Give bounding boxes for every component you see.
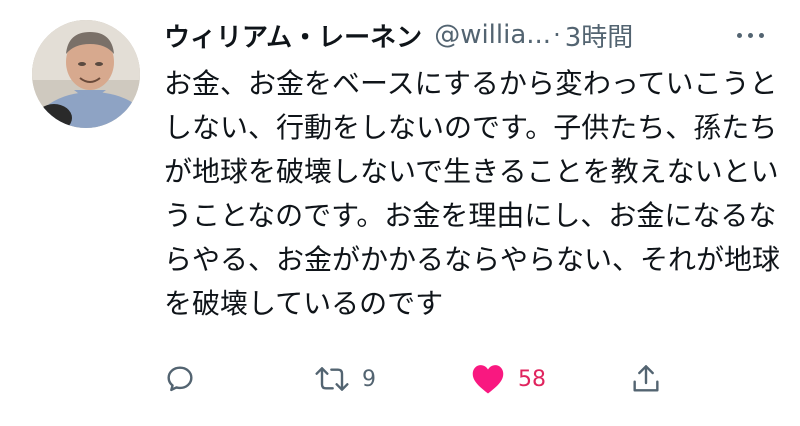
share-icon <box>633 365 659 392</box>
timestamp[interactable]: 3時間 <box>565 17 634 54</box>
display-name[interactable]: ウィリアム・レーネン <box>164 17 422 54</box>
heart-icon <box>472 365 504 394</box>
retweet-button[interactable]: 9 <box>314 352 376 406</box>
avatar-photo <box>32 20 140 128</box>
avatar[interactable] <box>32 20 140 128</box>
share-button[interactable] <box>630 352 662 406</box>
reply-button[interactable] <box>164 352 196 406</box>
retweet-count: 9 <box>362 366 376 392</box>
more-options-icon[interactable] <box>731 27 770 44</box>
like-button[interactable]: 58 <box>470 352 546 406</box>
like-count: 58 <box>518 366 546 392</box>
tweet-text: お金、お金をベースにするから変わっていこうとしない、行動をしないのです。子供たち… <box>164 67 781 320</box>
user-handle[interactable]: @willia... <box>434 20 551 50</box>
retweet-icon <box>315 367 349 391</box>
tweet-header: ウィリアム・レーネン @willia... · 3時間 <box>164 14 776 56</box>
tweet-actions: 9 58 <box>164 352 684 406</box>
separator-dot: · <box>553 21 561 49</box>
tweet: ウィリアム・レーネン @willia... · 3時間 お金、お金をベースにする… <box>0 0 800 426</box>
reply-icon <box>167 366 193 392</box>
tweet-content: ウィリアム・レーネン @willia... · 3時間 お金、お金をベースにする… <box>164 14 780 326</box>
